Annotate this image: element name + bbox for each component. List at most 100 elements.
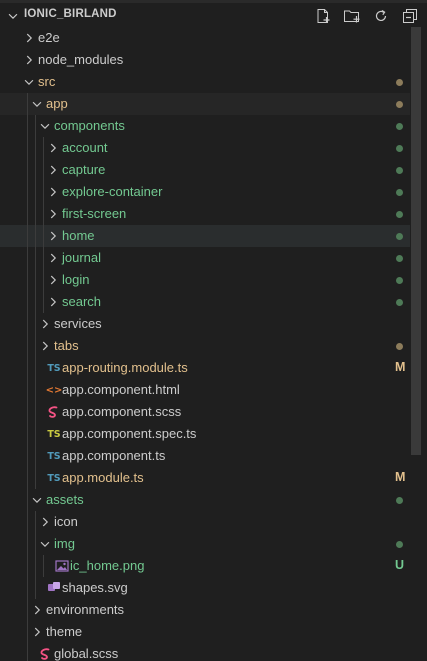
indent-guide xyxy=(27,555,28,577)
chevron-right-icon[interactable] xyxy=(46,251,60,265)
chevron-right-icon[interactable] xyxy=(30,625,44,639)
sass-file-icon xyxy=(38,646,54,661)
folder-item-img[interactable]: img xyxy=(0,533,410,555)
folder-item-icon[interactable]: icon xyxy=(0,511,410,533)
folder-item-assets[interactable]: assets xyxy=(0,489,410,511)
file-tree: e2e node_modulessrc app components account ca… xyxy=(0,27,410,661)
chevron-down-icon[interactable] xyxy=(30,97,44,111)
git-status-dot xyxy=(396,101,403,108)
folder-item-explore-container[interactable]: explore-container xyxy=(0,181,410,203)
chevron-right-icon[interactable] xyxy=(46,273,60,287)
indent-guide xyxy=(27,269,28,291)
indent-guide xyxy=(43,137,44,159)
file-item-global-scss[interactable]: global.scss xyxy=(0,643,410,661)
folder-item-capture[interactable]: capture xyxy=(0,159,410,181)
indent-guide xyxy=(43,269,44,291)
indent-guide xyxy=(35,159,36,181)
indent-guide xyxy=(27,577,28,599)
indent-guide xyxy=(43,203,44,225)
folder-item-app[interactable]: app xyxy=(0,93,410,115)
chevron-right-icon[interactable] xyxy=(46,163,60,177)
indent-guide xyxy=(27,489,28,511)
git-status-badge: U xyxy=(395,558,405,572)
chevron-right-icon[interactable] xyxy=(46,229,60,243)
chevron-right-icon[interactable] xyxy=(38,317,52,331)
indent-guide xyxy=(27,137,28,159)
indent-guide xyxy=(35,511,36,533)
item-label: login xyxy=(62,272,90,287)
indent-guide xyxy=(27,533,28,555)
chevron-right-icon[interactable] xyxy=(38,515,52,529)
folder-item-journal[interactable]: journal xyxy=(0,247,410,269)
chevron-right-icon[interactable] xyxy=(46,185,60,199)
chevron-right-icon[interactable] xyxy=(38,339,52,353)
git-status-badge: M xyxy=(395,470,406,484)
chevron-down-icon[interactable] xyxy=(38,119,52,133)
file-item-app-component-spec-ts[interactable]: TS app.component.spec.ts xyxy=(0,423,410,445)
file-item-app-component-scss[interactable]: app.component.scss xyxy=(0,401,410,423)
chevron-down-icon[interactable] xyxy=(30,493,44,507)
item-label: icon xyxy=(54,514,78,529)
chevron-right-icon[interactable] xyxy=(22,53,36,67)
explorer-header[interactable]: IONIC_BIRLAND xyxy=(0,4,427,26)
folder-item-services[interactable]: services xyxy=(0,313,410,335)
item-label: node_modules xyxy=(38,52,124,67)
indent-guide xyxy=(43,225,44,247)
item-label: tabs xyxy=(54,338,79,353)
file-item-app-component-ts[interactable]: TS app.component.ts xyxy=(0,445,410,467)
folder-item-environments[interactable]: environments xyxy=(0,599,410,621)
collapse-all-icon[interactable] xyxy=(399,6,421,26)
indent-guide xyxy=(35,269,36,291)
folder-item-login[interactable]: login xyxy=(0,269,410,291)
chevron-down-icon[interactable] xyxy=(6,9,20,23)
indent-guide xyxy=(35,247,36,269)
indent-guide xyxy=(27,467,28,489)
item-label: ic_home.png xyxy=(70,558,145,573)
folder-item-theme[interactable]: theme xyxy=(0,621,410,643)
file-item-app-routing-module-ts[interactable]: TS app-routing.module.ts M xyxy=(0,357,410,379)
folder-item-first-screen[interactable]: first-screen xyxy=(0,203,410,225)
html-file-icon: <> xyxy=(45,384,63,396)
chevron-right-icon[interactable] xyxy=(22,31,36,45)
file-item-ic-home-png[interactable]: ic_home.png U xyxy=(0,555,410,577)
folder-item-components[interactable]: components xyxy=(0,115,410,137)
indent-guide xyxy=(35,313,36,335)
folder-item-search[interactable]: search xyxy=(0,291,410,313)
indent-guide xyxy=(27,181,28,203)
folder-item-tabs[interactable]: tabs xyxy=(0,335,410,357)
chevron-right-icon[interactable] xyxy=(30,603,44,617)
scrollbar-thumb[interactable] xyxy=(411,27,421,455)
indent-guide xyxy=(27,401,28,423)
folder-item-account[interactable]: account xyxy=(0,137,410,159)
item-label: e2e xyxy=(38,30,60,45)
refresh-icon[interactable] xyxy=(370,6,392,26)
chevron-down-icon[interactable] xyxy=(38,537,52,551)
chevron-right-icon[interactable] xyxy=(46,141,60,155)
sass-file-icon xyxy=(46,404,62,420)
chevron-down-icon[interactable] xyxy=(22,75,36,89)
indent-guide xyxy=(35,379,36,401)
indent-guide xyxy=(27,247,28,269)
indent-guide xyxy=(27,313,28,335)
file-item-app-module-ts[interactable]: TS app.module.ts M xyxy=(0,467,410,489)
item-label: components xyxy=(54,118,125,133)
folder-item-home[interactable]: home xyxy=(0,225,410,247)
file-item-shapes-svg[interactable]: shapes.svg xyxy=(0,577,410,599)
chevron-right-icon[interactable] xyxy=(46,207,60,221)
indent-guide xyxy=(43,555,44,577)
file-item-app-component-html[interactable]: <> app.component.html xyxy=(0,379,410,401)
svg-file-icon xyxy=(46,580,62,596)
git-status-dot xyxy=(396,541,403,548)
folder-item-e2e[interactable]: e2e xyxy=(0,27,410,49)
folder-item-src[interactable]: src xyxy=(0,71,410,93)
indent-guide xyxy=(27,93,28,115)
git-status-dot xyxy=(396,123,403,130)
new-folder-icon[interactable] xyxy=(341,6,363,26)
indent-guide xyxy=(27,203,28,225)
folder-item-node-modules[interactable]: node_modules xyxy=(0,49,410,71)
chevron-right-icon[interactable] xyxy=(46,295,60,309)
item-label: app.component.ts xyxy=(62,448,166,463)
new-file-icon[interactable] xyxy=(312,6,334,26)
indent-guide xyxy=(27,511,28,533)
indent-guide xyxy=(27,445,28,467)
